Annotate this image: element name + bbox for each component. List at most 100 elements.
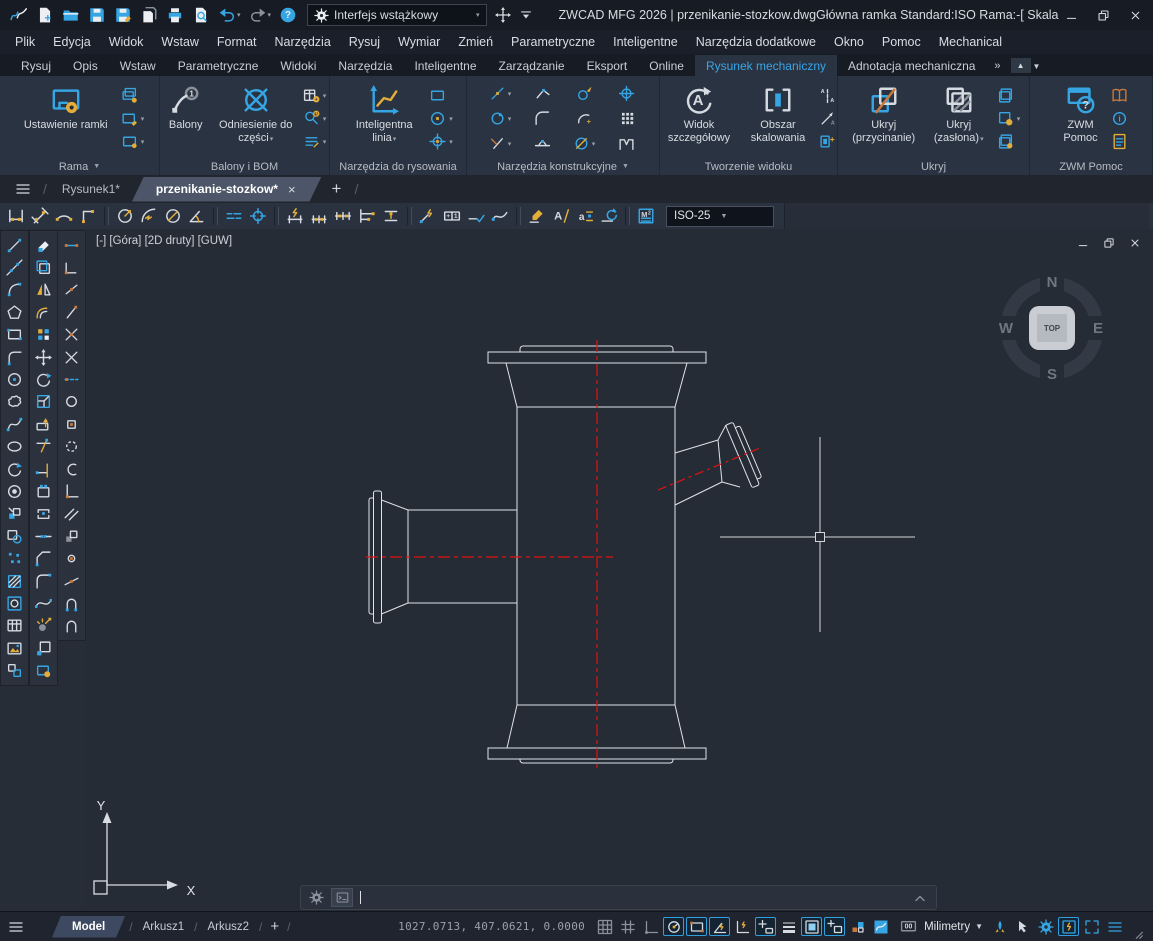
osnap-nearest[interactable] <box>60 570 84 592</box>
osnap-on[interactable] <box>60 592 84 614</box>
new-file-button[interactable] <box>36 5 54 25</box>
dim-ordinate-button[interactable] <box>76 205 100 227</box>
frame-edit-button[interactable]: ▾ <box>121 110 145 127</box>
redo-button[interactable]: ▾ <box>249 5 272 25</box>
dim-text-edit-button[interactable]: A <box>549 205 573 227</box>
draw-fillet-arc[interactable] <box>3 346 27 368</box>
object-snap-toggle[interactable] <box>686 917 707 936</box>
draw-polygon[interactable] <box>3 301 27 323</box>
annotation-monitor-toggle[interactable] <box>824 917 845 936</box>
dim-space-button[interactable] <box>379 205 403 227</box>
construction-crosshair-button[interactable] <box>605 85 647 102</box>
collapse-toolbar-icon[interactable] <box>519 8 533 22</box>
preview-button[interactable] <box>192 5 210 25</box>
osnap-off[interactable] <box>60 615 84 637</box>
construction-line-button[interactable]: ▾ <box>479 85 521 102</box>
workspace-switch-icon[interactable] <box>847 917 868 936</box>
ribbon-pin-icon[interactable]: ▲ <box>1011 58 1031 73</box>
menu-item-widok[interactable]: Widok <box>100 35 153 49</box>
balloons-button[interactable]: 1Balony <box>162 79 210 158</box>
layout-menu-icon[interactable] <box>8 919 24 935</box>
smart-line-button[interactable]: Inteligentna linia▾ <box>342 79 426 158</box>
dim-radius-button[interactable] <box>113 205 137 227</box>
menu-item-parametryczne[interactable]: Parametryczne <box>502 35 604 49</box>
dim-linear-button[interactable] <box>4 205 28 227</box>
draw-donut[interactable] <box>3 480 27 502</box>
ribbon-tab-narz-dzia[interactable]: Narzędzia <box>327 55 403 76</box>
whats-new-button[interactable] <box>1111 133 1128 150</box>
dim-update-button[interactable] <box>597 205 621 227</box>
draw-spline[interactable] <box>3 413 27 435</box>
dim-edit-button[interactable] <box>525 205 549 227</box>
osnap-cancel[interactable] <box>60 346 84 368</box>
print-button[interactable] <box>166 5 184 25</box>
maximize-button[interactable] <box>1095 7 1111 23</box>
construction-corner-button[interactable] <box>521 85 563 102</box>
construction-arc-button[interactable]: + <box>563 110 605 127</box>
menu-item-edycja[interactable]: Edycja <box>44 35 100 49</box>
attach-image[interactable] <box>3 637 27 659</box>
osnap-point[interactable] <box>60 547 84 569</box>
osnap-insertion[interactable] <box>60 525 84 547</box>
construction-circle-button[interactable]: ▾ <box>479 110 521 127</box>
ribbon-tab-opis[interactable]: Opis <box>62 55 109 76</box>
workspace-selector[interactable]: Interfejs wstążkowy ▾ <box>307 4 487 26</box>
draw-points[interactable] <box>3 547 27 569</box>
viewport-controls-label[interactable]: [-] [Góra] [2D druty] [GUW] <box>96 235 232 247</box>
close-button[interactable] <box>1127 7 1143 23</box>
smart-circle-button[interactable]: ▾ <box>429 110 453 127</box>
units-selector[interactable]: 00 Milimetry ▼ <box>897 917 983 936</box>
dynamic-ucs-toggle[interactable] <box>755 917 776 936</box>
tolerance-button[interactable]: +1 <box>440 205 464 227</box>
modify-trim[interactable] <box>31 436 55 458</box>
osnap-tangent[interactable] <box>60 458 84 480</box>
ribbon-tab-parametryczne[interactable]: Parametryczne <box>167 55 270 76</box>
bom-list-button[interactable]: ▾ <box>303 133 327 150</box>
fullscreen-toggle[interactable] <box>1081 917 1102 936</box>
new-layout-button[interactable]: + <box>270 918 279 935</box>
draw-region[interactable] <box>3 525 27 547</box>
dim-style-dropdown[interactable]: ISO-25▼ <box>666 206 774 227</box>
hide-zoom-button[interactable]: ▾ <box>997 110 1021 127</box>
add-scale-area-button[interactable]: + <box>819 133 836 150</box>
layout-tab-arkusz1[interactable]: Arkusz1 <box>135 921 193 933</box>
modify-chamfer[interactable] <box>31 547 55 569</box>
modify-extend[interactable] <box>31 458 55 480</box>
ribbon-tab-online[interactable]: Online <box>638 55 695 76</box>
menu-item-okno[interactable]: Okno <box>825 35 873 49</box>
draw-rectangle[interactable] <box>3 324 27 346</box>
viewport-minimize-icon[interactable] <box>1077 237 1089 249</box>
construction-xline-button[interactable]: ▾ <box>479 135 521 152</box>
modify-scale[interactable] <box>31 391 55 413</box>
osnap-extension[interactable] <box>60 324 84 346</box>
draw-boundary[interactable] <box>3 592 27 614</box>
drawing-viewport[interactable]: [-] [Góra] [2D druty] [GUW] <box>86 229 1153 911</box>
settings-gear-icon[interactable] <box>1035 917 1056 936</box>
draw-circle[interactable] <box>3 368 27 390</box>
menu-item-zmie-[interactable]: Zmień <box>449 35 502 49</box>
dim-aligned-button[interactable] <box>28 205 52 227</box>
new-tab-button[interactable]: + <box>332 179 342 199</box>
centerline-button[interactable] <box>222 205 246 227</box>
zwm-help-button[interactable]: ?ZWM Pomoc <box>1054 79 1108 158</box>
undo-button[interactable]: ▾ <box>218 5 241 25</box>
modify-copy[interactable] <box>31 256 55 278</box>
ribbon-tab-widoki[interactable]: Widoki <box>269 55 327 76</box>
construction-arrow-button[interactable] <box>563 85 605 102</box>
menu-item-wymiar[interactable]: Wymiar <box>389 35 449 49</box>
ribbon-tab-inteligentne[interactable]: Inteligentne <box>403 55 487 76</box>
modify-explode[interactable] <box>31 615 55 637</box>
draw-line[interactable] <box>3 234 27 256</box>
hide-settings-button[interactable] <box>997 133 1014 150</box>
modify-break[interactable] <box>31 503 55 525</box>
construction-fillet-button[interactable] <box>521 110 563 127</box>
menu-item-format[interactable]: Format <box>208 35 266 49</box>
dim-diameter-button[interactable] <box>161 205 185 227</box>
menu-item-inteligentne[interactable]: Inteligentne <box>604 35 687 49</box>
layout-tab-model[interactable]: Model <box>52 916 125 938</box>
save-as-button[interactable] <box>114 5 132 25</box>
menu-item-narz-dzia[interactable]: Narzędzia <box>266 35 340 49</box>
modify-erase[interactable] <box>31 234 55 256</box>
doc-tab-rysunek1[interactable]: Rysunek1* <box>50 177 132 201</box>
scale-area-button[interactable]: Obszar skalowania <box>740 79 816 158</box>
